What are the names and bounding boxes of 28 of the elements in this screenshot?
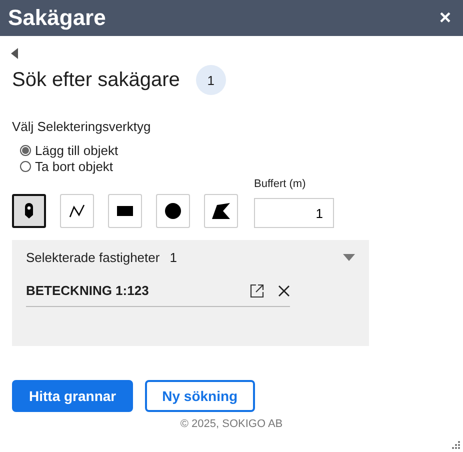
page-title: Sök efter sakägare bbox=[12, 68, 180, 92]
new-search-button[interactable]: Ny sökning bbox=[145, 380, 255, 412]
back-icon[interactable] bbox=[11, 48, 18, 59]
copyright-text: © 2025, SOKIGO AB bbox=[179, 418, 284, 430]
radio-option[interactable]: Ta bort objekt bbox=[20, 159, 451, 174]
buffer-field[interactable]: 1 bbox=[254, 198, 334, 228]
property-label: BETECKNING 1:123 bbox=[26, 283, 150, 298]
rectangle-icon bbox=[117, 206, 133, 216]
radio-icon[interactable] bbox=[20, 145, 31, 156]
find-neighbors-button[interactable]: Hitta grannar bbox=[12, 380, 134, 412]
step-badge: 1 bbox=[196, 65, 226, 95]
tool-button[interactable] bbox=[12, 194, 46, 228]
polyline-icon bbox=[69, 204, 85, 218]
remove-icon[interactable] bbox=[278, 284, 290, 296]
radio-icon[interactable] bbox=[20, 161, 31, 172]
count-label: 1 bbox=[170, 250, 177, 265]
circle-icon bbox=[165, 203, 181, 219]
open-link-icon[interactable] bbox=[250, 284, 264, 298]
resize-grip-icon[interactable] bbox=[452, 441, 460, 449]
section-label: Välj Selekteringsverktyg bbox=[12, 119, 152, 134]
close-button[interactable]: × bbox=[439, 6, 451, 30]
window-title: Sakägare bbox=[8, 5, 106, 31]
polygon-icon bbox=[212, 203, 230, 219]
panel-title: Selekterade fastigheter bbox=[26, 250, 160, 265]
pin-icon bbox=[24, 203, 34, 219]
buffer-label: Buffert (m) bbox=[254, 178, 307, 190]
caret-icon[interactable] bbox=[343, 254, 355, 261]
radio-option[interactable]: Lägg till objekt bbox=[20, 143, 451, 158]
